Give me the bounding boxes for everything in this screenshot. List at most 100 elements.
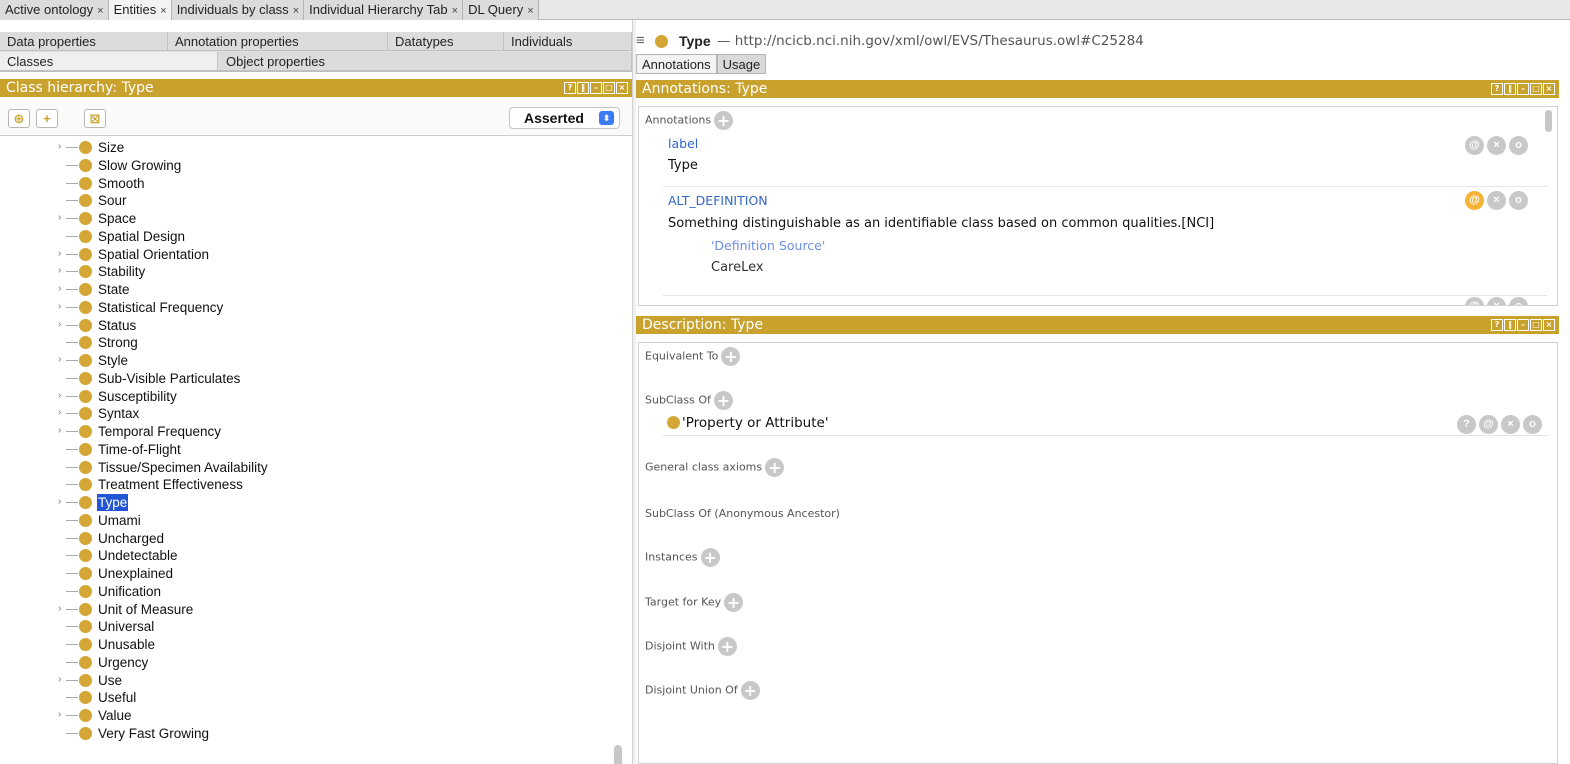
annotation-property[interactable]: label xyxy=(668,136,698,151)
annotate-icon[interactable]: @ xyxy=(1465,191,1484,210)
tree-node[interactable]: Universal xyxy=(0,618,600,635)
tab-active-ontology[interactable]: Active ontology × xyxy=(0,0,109,20)
add-instance-button[interactable]: + xyxy=(700,548,720,567)
maximize-icon[interactable]: □ xyxy=(1530,83,1542,95)
add-disjoint-button[interactable]: + xyxy=(717,637,737,656)
tab-dl-query[interactable]: DL Query × xyxy=(463,0,539,20)
expand-toggle-icon[interactable]: › xyxy=(58,674,61,685)
tree-node[interactable]: Unification xyxy=(0,583,600,600)
annotations-scrollbar[interactable] xyxy=(1545,110,1552,132)
tree-node[interactable]: Treatment Effectiveness xyxy=(0,476,600,493)
expand-toggle-icon[interactable]: › xyxy=(58,319,61,330)
subtab-classes[interactable]: Classes xyxy=(0,52,218,71)
tree-node[interactable]: Strong xyxy=(0,334,600,351)
expand-toggle-icon[interactable]: › xyxy=(58,603,61,614)
tree-node[interactable]: › Space xyxy=(0,210,600,227)
minimize-icon[interactable]: – xyxy=(1517,83,1529,95)
close-icon[interactable]: × xyxy=(293,5,299,17)
tree-node[interactable]: › Use xyxy=(0,672,600,689)
tree-node[interactable]: Time-of-Flight xyxy=(0,441,600,458)
tree-node[interactable]: Sub-Visible Particulates xyxy=(0,370,600,387)
tree-node[interactable]: Undetectable xyxy=(0,547,600,564)
subtab-datatypes[interactable]: Datatypes xyxy=(388,32,504,51)
tree-node[interactable]: Umami xyxy=(0,512,600,529)
edit-icon[interactable]: o xyxy=(1509,191,1528,210)
tree-node[interactable]: Unexplained xyxy=(0,565,600,582)
add-disjoint-union-button[interactable]: + xyxy=(740,681,760,700)
delete-icon[interactable]: × xyxy=(1487,297,1506,305)
minimize-icon[interactable]: – xyxy=(1517,319,1529,331)
tab-entities[interactable]: Entities × xyxy=(108,0,172,20)
tab-individual-hierarchy[interactable]: Individual Hierarchy Tab × xyxy=(304,0,464,20)
expand-toggle-icon[interactable]: › xyxy=(58,709,61,720)
minimize-icon[interactable]: – xyxy=(590,82,602,94)
delete-icon[interactable]: × xyxy=(1501,415,1520,434)
help-icon[interactable]: ? xyxy=(564,82,576,94)
expand-toggle-icon[interactable]: › xyxy=(58,301,61,312)
expand-toggle-icon[interactable]: › xyxy=(58,212,61,223)
tree-node[interactable]: Urgency xyxy=(0,654,600,671)
close-icon[interactable]: × xyxy=(97,5,103,17)
help-icon[interactable]: ? xyxy=(1491,83,1503,95)
tree-node[interactable]: Spatial Design xyxy=(0,228,600,245)
tree-node[interactable]: › Stability xyxy=(0,263,600,280)
add-general-axiom-button[interactable]: + xyxy=(765,458,785,477)
annotation-property[interactable]: ALT_DEFINITION xyxy=(668,193,768,208)
tree-node[interactable]: › Status xyxy=(0,317,600,334)
annotate-icon[interactable]: @ xyxy=(1465,136,1484,155)
tree-node[interactable]: › Unit of Measure xyxy=(0,601,600,618)
tree-node[interactable]: › Style xyxy=(0,352,600,369)
subtab-object-properties[interactable]: Object properties xyxy=(218,52,632,71)
split-icon[interactable]: ‖ xyxy=(577,82,589,94)
expand-toggle-icon[interactable]: › xyxy=(58,248,61,259)
close-view-icon[interactable]: × xyxy=(1543,319,1555,331)
expand-toggle-icon[interactable]: › xyxy=(58,425,61,436)
tab-usage[interactable]: Usage xyxy=(716,54,767,74)
delete-icon[interactable]: × xyxy=(1487,136,1506,155)
delete-icon[interactable]: × xyxy=(1487,191,1506,210)
tab-individuals-by-class[interactable]: Individuals by class × xyxy=(171,0,305,20)
add-subclass-button[interactable]: ⊕ xyxy=(8,109,30,128)
close-icon[interactable]: × xyxy=(527,5,533,17)
expand-toggle-icon[interactable]: › xyxy=(58,354,61,365)
tree-node[interactable]: Tissue/Specimen Availability xyxy=(0,459,600,476)
tree-node[interactable]: Sour xyxy=(0,192,600,209)
subtab-individuals[interactable]: Individuals xyxy=(504,32,632,51)
close-icon[interactable]: × xyxy=(160,5,166,17)
subtab-annotation-properties[interactable]: Annotation properties xyxy=(168,32,388,51)
tree-node[interactable]: Unusable xyxy=(0,636,600,653)
tree-vertical-scrollbar[interactable] xyxy=(614,745,622,764)
maximize-icon[interactable]: □ xyxy=(1530,319,1542,331)
add-superclass-button[interactable]: + xyxy=(713,391,733,410)
tree-node[interactable]: › Temporal Frequency xyxy=(0,423,600,440)
split-icon[interactable]: ‖ xyxy=(1504,83,1516,95)
tree-node[interactable]: › Spatial Orientation xyxy=(0,246,600,263)
tree-node[interactable]: Slow Growing xyxy=(0,157,600,174)
edit-icon[interactable]: o xyxy=(1509,297,1528,305)
close-icon[interactable]: × xyxy=(452,5,458,17)
maximize-icon[interactable]: □ xyxy=(603,82,615,94)
add-annotation-button[interactable]: + xyxy=(714,111,734,130)
split-icon[interactable]: ‖ xyxy=(1504,319,1516,331)
edit-icon[interactable]: o xyxy=(1509,136,1528,155)
tab-annotations[interactable]: Annotations xyxy=(636,54,717,74)
superclass-row[interactable]: 'Property or Attribute' xyxy=(667,415,829,431)
annotate-icon[interactable]: @ xyxy=(1465,297,1484,305)
tree-node[interactable]: › Syntax xyxy=(0,405,600,422)
expand-toggle-icon[interactable]: › xyxy=(58,141,61,152)
delete-class-button[interactable]: ⊠ xyxy=(84,109,106,128)
edit-icon[interactable]: o xyxy=(1523,415,1542,434)
help-icon[interactable]: ? xyxy=(1491,319,1503,331)
annotate-icon[interactable]: @ xyxy=(1479,415,1498,434)
view-mode-select[interactable]: Asserted ⬍ xyxy=(509,107,620,129)
tree-node[interactable]: Uncharged xyxy=(0,530,600,547)
close-view-icon[interactable]: × xyxy=(1543,83,1555,95)
tree-node[interactable]: Useful xyxy=(0,689,600,706)
expand-toggle-icon[interactable]: › xyxy=(58,407,61,418)
explain-icon[interactable]: ? xyxy=(1457,415,1476,434)
tree-node[interactable]: › State xyxy=(0,281,600,298)
close-view-icon[interactable]: × xyxy=(616,82,628,94)
subtab-data-properties[interactable]: Data properties xyxy=(0,32,168,51)
expand-toggle-icon[interactable]: › xyxy=(58,390,61,401)
tree-node[interactable]: Very Fast Growing xyxy=(0,725,600,742)
